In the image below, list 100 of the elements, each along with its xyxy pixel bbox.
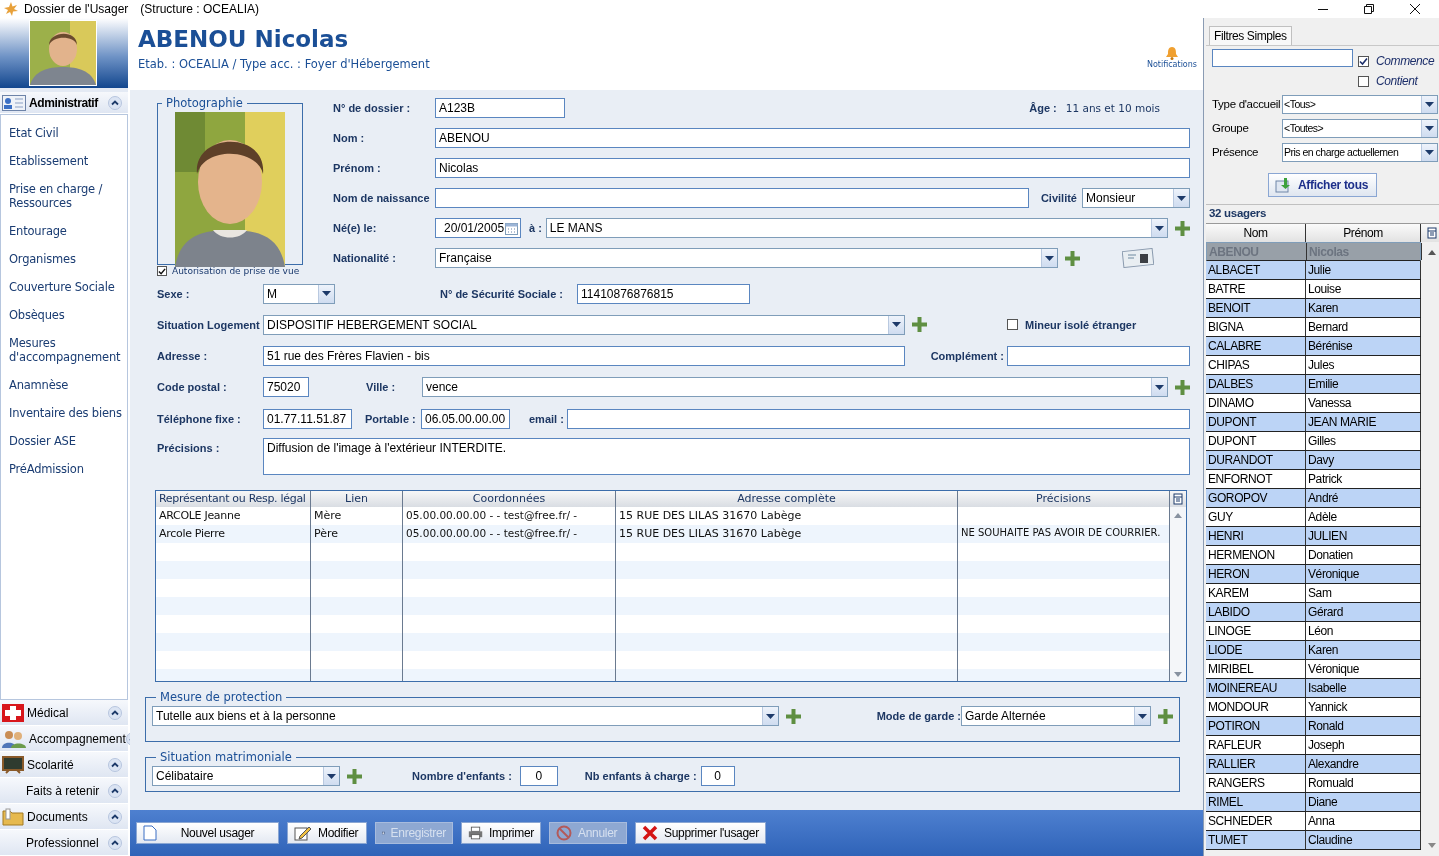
list-row[interactable]: CALABRE Bérénise — [1206, 337, 1421, 356]
list-row[interactable]: HERMENON Donatien — [1206, 546, 1421, 565]
text-field[interactable]: ABENOU — [435, 128, 1190, 148]
sidebar-item[interactable]: Entourage — [1, 217, 127, 245]
plus-icon[interactable] — [347, 768, 362, 784]
list-row[interactable]: TUMET Claudine — [1206, 831, 1421, 850]
sidebar-item[interactable]: Prise en charge / Ressources — [1, 175, 127, 217]
dropdown[interactable]: M — [263, 283, 335, 304]
column-settings-icon[interactable] — [1173, 493, 1183, 505]
list-row[interactable]: ALBACET Julie — [1206, 261, 1421, 280]
dropdown[interactable]: Garde Alternée — [961, 706, 1151, 726]
sidebar-item[interactable]: Obsèques — [1, 301, 127, 329]
list-row[interactable]: HERON Véronique — [1206, 565, 1421, 584]
restore-icon[interactable] — [1363, 3, 1375, 15]
list-row[interactable]: HENRI JULIEN — [1206, 527, 1421, 546]
close-icon[interactable] — [1409, 3, 1421, 15]
dropdown[interactable]: Célibataire — [152, 766, 340, 786]
dropdown[interactable]: LE MANS — [545, 218, 1168, 238]
dropdown[interactable]: <Toutes> — [1282, 118, 1438, 138]
list-row[interactable]: BATRE Louise — [1206, 280, 1421, 299]
list-row[interactable]: DURANDOT Davy — [1206, 451, 1421, 470]
column-settings-icon[interactable] — [1426, 227, 1437, 239]
list-row[interactable]: SCHNEDER Anna — [1206, 812, 1421, 831]
column-header[interactable]: Adresse complète — [616, 491, 958, 507]
sidebar-item[interactable]: Couverture Sociale — [1, 273, 127, 301]
sidebar-item[interactable]: Etat Civil — [1, 119, 127, 147]
list-row[interactable]: DUPONT Gilles — [1206, 432, 1421, 451]
list-row[interactable]: BIGNA Bernard — [1206, 318, 1421, 337]
checkbox[interactable] — [1358, 55, 1369, 67]
checkbox[interactable] — [157, 266, 167, 276]
id-card-icon[interactable] — [1122, 248, 1154, 268]
notifications-button[interactable]: Notifications — [1146, 46, 1197, 72]
toolbar-button[interactable]: Supprimer l'usager — [635, 822, 766, 844]
plus-icon[interactable] — [786, 708, 801, 724]
text-field[interactable]: 01.77.11.51.87 — [263, 409, 352, 429]
sidebar-item[interactable]: PréAdmission — [1, 455, 127, 483]
list-row[interactable]: DUPONT JEAN MARIE — [1206, 413, 1421, 432]
sidebar-item[interactable]: Mesures d'accompagnement — [1, 329, 127, 371]
dropdown[interactable]: Française — [435, 248, 1058, 268]
toolbar-button[interactable]: Imprimer — [461, 822, 541, 844]
list-row[interactable]: RIMEL Diane — [1206, 793, 1421, 812]
list-row[interactable]: GOROPOV André — [1206, 489, 1421, 508]
toolbar-button[interactable]: Nouvel usager — [136, 822, 279, 844]
sidebar-item[interactable]: Anamnèse — [1, 371, 127, 399]
scrollbar[interactable] — [1170, 507, 1186, 681]
list-row[interactable]: DINAMO Vanessa — [1206, 394, 1421, 413]
list-row[interactable]: LABIDO Gérard — [1206, 603, 1421, 622]
section-header[interactable]: Administratif — [0, 92, 128, 114]
text-area[interactable]: Diffusion de l'image à l'extérieur INTERDITE. — [263, 438, 1190, 475]
plus-icon[interactable] — [1158, 708, 1173, 724]
plus-icon[interactable] — [912, 317, 927, 332]
text-field[interactable]: 0 — [519, 766, 558, 786]
sidebar-item[interactable]: Inventaire des biens — [1, 399, 127, 427]
scroll-down-icon[interactable] — [1174, 672, 1182, 677]
list-row[interactable]: LINOGE Léon — [1206, 622, 1421, 641]
text-field[interactable]: A123B — [435, 98, 565, 118]
plus-icon[interactable] — [1175, 379, 1190, 395]
column-header[interactable]: Coordonnées — [403, 491, 616, 507]
scroll-down-icon[interactable] — [1427, 843, 1436, 848]
scroll-up-icon[interactable] — [1427, 250, 1436, 255]
column-header[interactable]: Représentant ou Resp. légal — [156, 491, 311, 507]
text-field[interactable]: 06.05.00.00.00 — [421, 409, 510, 429]
search-field[interactable] — [1212, 49, 1353, 67]
text-field[interactable] — [1007, 345, 1190, 366]
list-row[interactable]: GUY Adèle — [1206, 508, 1421, 527]
text-field[interactable] — [567, 409, 1190, 429]
list-row[interactable]: MONDOUR Yannick — [1206, 698, 1421, 717]
list-row[interactable]: KAREM Sam — [1206, 584, 1421, 603]
text-field[interactable]: 0 — [700, 766, 735, 786]
list-row[interactable]: RALLIER Alexandre — [1206, 755, 1421, 774]
list-row[interactable]: RAFLEUR Joseph — [1206, 736, 1421, 755]
dropdown[interactable]: Monsieur — [1082, 188, 1190, 208]
text-field[interactable]: 75020 — [263, 377, 309, 397]
text-field[interactable]: Nicolas — [435, 158, 1190, 178]
calendar-icon[interactable] — [505, 221, 518, 235]
section-header[interactable]: Scolarité — [0, 752, 128, 778]
column-header[interactable]: Précisions — [958, 491, 1170, 507]
text-field[interactable]: 11410876876815 — [577, 283, 750, 304]
section-header[interactable]: Médical — [0, 700, 128, 726]
list-row[interactable]: MIRIBEL Véronique — [1206, 660, 1421, 679]
list-row[interactable]: DALBES Emilie — [1206, 375, 1421, 394]
sidebar-item[interactable]: Etablissement — [1, 147, 127, 175]
section-header[interactable]: Professionnel — [0, 830, 128, 856]
toolbar-button[interactable]: Modifier — [287, 822, 367, 844]
dropdown[interactable]: DISPOSITIF HEBERGEMENT SOCIAL — [263, 314, 905, 335]
dropdown[interactable]: Tutelle aux biens et à la personne — [152, 706, 779, 726]
list-row[interactable]: RANGERS Romuald — [1206, 774, 1421, 793]
section-header[interactable]: Accompagnement — [0, 726, 128, 752]
plus-icon[interactable] — [1065, 250, 1080, 266]
scroll-up-icon[interactable] — [1174, 513, 1182, 518]
filter-tab[interactable]: Filtres Simples — [1209, 26, 1292, 45]
list-row[interactable]: CHIPAS Jules — [1206, 356, 1421, 375]
section-header[interactable]: Faits à retenir — [0, 778, 128, 804]
list-row[interactable]: MOINEREAU Isabelle — [1206, 679, 1421, 698]
column-header[interactable]: Lien — [311, 491, 403, 507]
plus-icon[interactable] — [1175, 220, 1190, 236]
text-field[interactable] — [435, 188, 1029, 208]
list-row[interactable]: BENOIT Karen — [1206, 299, 1421, 318]
dropdown[interactable]: Pris en charge actuellemen — [1282, 142, 1438, 162]
text-field[interactable]: 51 rue des Frères Flavien - bis — [263, 345, 905, 366]
